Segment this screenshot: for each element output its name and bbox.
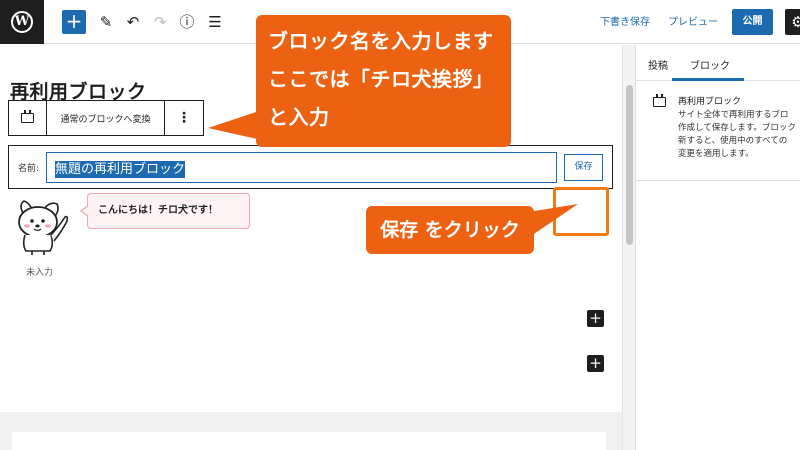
reusable-block-icon-button[interactable] <box>9 101 47 135</box>
block-desc-line: サイト全体で再利用するブロ <box>678 110 789 120</box>
scrollbar-thumb[interactable] <box>626 85 633 245</box>
editor-screen: W + ✎ ↶ ↷ ⓘ ☰ 下書き保存 プレビュー 公開 ⚙ 再利用ブロック 通… <box>0 0 800 450</box>
reusable-block-icon <box>653 94 666 107</box>
settings-sidebar: 投稿 ブロック 再利用ブロック サイト全体で再利用するブロ 作成して保存します。… <box>635 45 800 450</box>
add-block-button[interactable]: + <box>62 10 86 34</box>
editor-scrollbar[interactable] <box>622 45 635 450</box>
undo-icon[interactable]: ↶ <box>123 11 143 33</box>
tab-post[interactable]: 投稿 <box>648 57 668 72</box>
dog-mascot-icon <box>18 200 69 255</box>
reusable-name-row: 名前: 無題の再利用ブロック 保存 <box>8 145 613 189</box>
callout-line: ここでは「チロ犬挨拶」 <box>268 67 494 91</box>
name-instruction-callout: ブロック名を入力します ここでは「チロ犬挨拶」 と入力 <box>256 15 511 147</box>
block-info-title: 再利用ブロック <box>678 97 742 107</box>
convert-to-regular-button[interactable]: 通常のブロックへ変換 <box>47 101 165 135</box>
wordpress-logo-glyph: W <box>11 11 33 33</box>
name-label: 名前: <box>18 164 40 174</box>
block-info-description: サイト全体で再利用するブロ 作成して保存します。ブロック 新すると、使用中のすべ… <box>678 109 800 161</box>
callout-line: ブロック名を入力します <box>268 29 494 53</box>
redo-icon[interactable]: ↷ <box>150 11 170 33</box>
mascot-caption: 未入力 <box>26 268 54 278</box>
save-highlight-box <box>553 187 609 236</box>
save-instruction-callout: 保存 をクリック <box>366 206 534 254</box>
block-name-input[interactable]: 無題の再利用ブロック <box>46 152 557 183</box>
reusable-block-icon <box>21 110 34 123</box>
edit-icon[interactable]: ✎ <box>96 11 116 33</box>
preview-link[interactable]: プレビュー <box>668 13 718 28</box>
block-name-value: 無題の再利用ブロック <box>55 161 186 178</box>
list-view-icon[interactable]: ☰ <box>205 11 225 33</box>
save-button[interactable]: 保存 <box>564 154 603 181</box>
info-icon[interactable]: ⓘ <box>177 11 197 33</box>
block-desc-line: 新すると、使用中のすべての <box>678 136 788 146</box>
block-info-card: 再利用ブロック サイト全体で再利用するブロ 作成して保存します。ブロック 新する… <box>636 81 800 181</box>
more-options-icon[interactable]: ⋮ <box>165 101 203 135</box>
block-desc-line: 作成して保存します。ブロック <box>678 123 796 133</box>
block-inserter-button[interactable]: + <box>587 310 604 327</box>
settings-gear-icon[interactable]: ⚙ <box>785 9 800 35</box>
publish-button[interactable]: 公開 <box>732 9 773 35</box>
block-desc-line: 変更を適用します。 <box>678 149 754 159</box>
sidebar-tabs: 投稿 ブロック <box>636 45 800 81</box>
callout-line: と入力 <box>268 105 330 129</box>
content-card <box>12 432 606 450</box>
block-toolbar: 通常のブロックへ変換 ⋮ <box>8 100 204 136</box>
save-draft-link[interactable]: 下書き保存 <box>600 13 650 28</box>
tab-block[interactable]: ブロック <box>690 57 730 72</box>
canvas-footer-area <box>0 412 622 450</box>
block-inserter-button[interactable]: + <box>587 355 604 372</box>
wordpress-logo-icon[interactable]: W <box>0 0 44 44</box>
speech-bubble: こんにちは！チロ犬です！ <box>80 193 250 229</box>
